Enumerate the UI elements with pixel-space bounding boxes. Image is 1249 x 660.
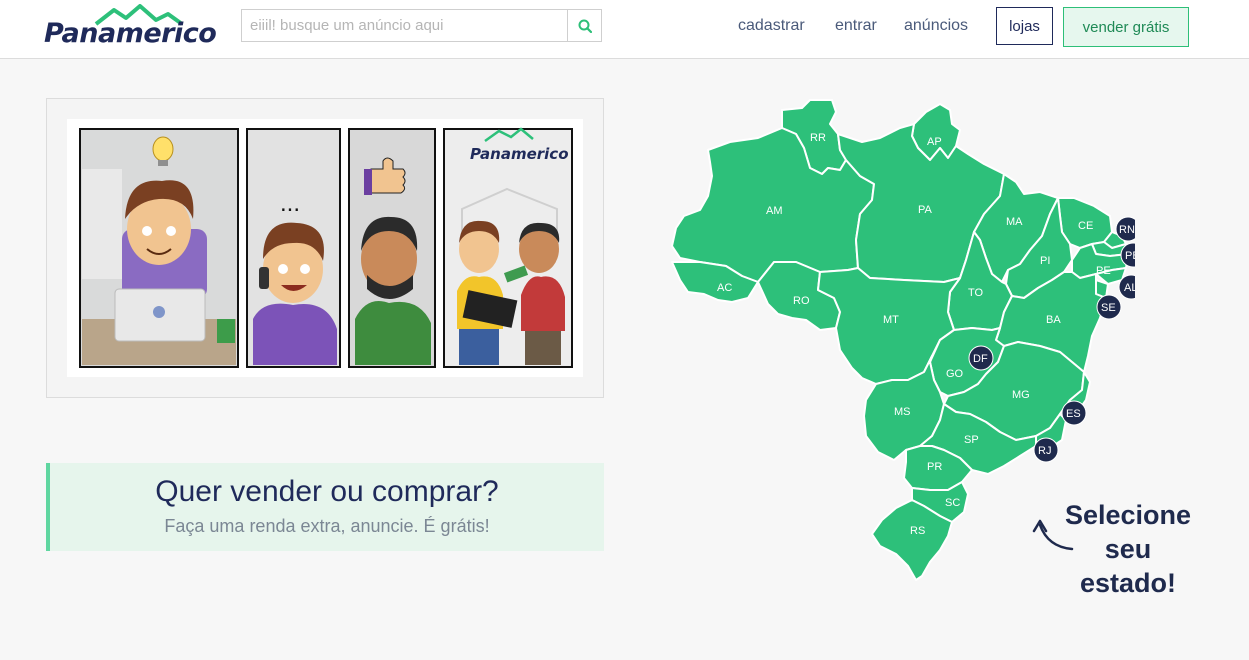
state-label-pa: PA	[918, 204, 933, 216]
select-prompt-line-2: seu	[1104, 534, 1152, 564]
badge-rn[interactable]: RN	[1115, 216, 1135, 242]
state-label-ac: AC	[717, 282, 732, 294]
badge-se[interactable]: SE	[1096, 294, 1122, 320]
cta-title: Quer vender ou comprar?	[155, 475, 499, 508]
search-bar	[241, 9, 602, 42]
search-icon	[578, 19, 592, 33]
state-label-rs: RS	[910, 525, 925, 537]
comic-panel-2: ...	[246, 128, 341, 368]
state-label-rr: RR	[810, 132, 826, 144]
comic-panel-4: Panamerico	[443, 127, 573, 368]
state-label-pi: PI	[1040, 255, 1050, 267]
badge-es-label: ES	[1066, 408, 1081, 420]
search-input[interactable]	[242, 10, 570, 41]
comic-ellipsis: ...	[280, 190, 300, 217]
vender-gratis-button[interactable]: vender grátis	[1063, 7, 1189, 47]
state-label-ap: AP	[927, 136, 942, 148]
select-state-prompt: Selecione seu estado!	[1058, 498, 1198, 600]
comic-logo-text: Panamerico	[470, 145, 569, 163]
state-label-ms: MS	[894, 406, 911, 418]
cta-subtitle: Faça uma renda extra, anuncie. É grátis!	[164, 516, 490, 536]
state-label-sc: SC	[945, 497, 960, 509]
state-label-ce: CE	[1078, 220, 1093, 232]
comic-panel-3	[348, 128, 436, 368]
select-prompt-line-1: Selecione	[1064, 500, 1192, 530]
comic-illustration: ... Panamerico	[79, 127, 573, 368]
badge-se-label: SE	[1101, 302, 1116, 314]
badge-df[interactable]: DF	[968, 345, 994, 371]
nav-cadastrar-link[interactable]: cadastrar	[738, 17, 805, 35]
state-label-mg: MG	[1012, 389, 1030, 401]
state-label-pr: PR	[927, 461, 942, 473]
badge-rn-label: RN	[1119, 224, 1135, 236]
nav-entrar-link[interactable]: entrar	[835, 17, 877, 35]
state-label-ma: MA	[1006, 216, 1023, 228]
badge-df-label: DF	[973, 353, 988, 365]
state-label-mt: MT	[883, 314, 899, 326]
site-header: Panamerico cadastrar entrar anúncios loj…	[0, 0, 1249, 59]
nav-anuncios-link[interactable]: anúncios	[904, 17, 968, 35]
comic-banner: ... Panamerico	[46, 98, 604, 398]
state-label-pe: PE	[1096, 265, 1111, 277]
state-label-go: GO	[946, 368, 964, 380]
logo-text: Panamerico	[44, 18, 217, 49]
state-label-sp: SP	[964, 434, 979, 446]
badge-es[interactable]: ES	[1061, 400, 1087, 426]
comic-panel-1	[79, 128, 239, 368]
state-label-am: AM	[766, 205, 783, 217]
comic-strip: ... Panamerico	[67, 119, 583, 377]
badge-rj-label: RJ	[1038, 445, 1051, 457]
logo[interactable]: Panamerico	[44, 4, 217, 54]
select-prompt-line-3: estado!	[1079, 568, 1177, 598]
badge-rj[interactable]: RJ	[1033, 437, 1059, 463]
state-label-ba: BA	[1046, 314, 1061, 326]
badge-pb-label: PB	[1125, 250, 1135, 262]
badge-al-label: AL	[1124, 282, 1135, 294]
lojas-button[interactable]: lojas	[996, 7, 1053, 45]
state-label-ro: RO	[793, 295, 810, 307]
search-button[interactable]	[567, 10, 601, 41]
state-label-to: TO	[968, 287, 984, 299]
cta-banner: Quer vender ou comprar? Faça uma renda e…	[46, 463, 604, 551]
